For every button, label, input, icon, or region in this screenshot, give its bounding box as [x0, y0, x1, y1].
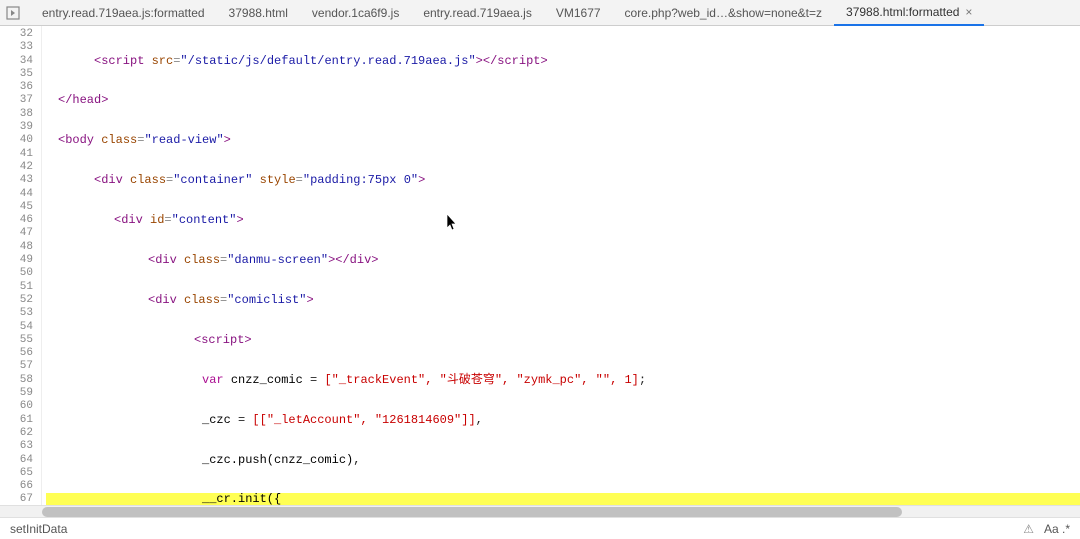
code-line: _czc.push(cnzz_comic), [46, 454, 1080, 467]
close-icon[interactable]: × [965, 5, 972, 19]
code-line: <div class="comiclist"> [46, 294, 1080, 307]
warning-icon[interactable]: ⚠ [1023, 522, 1034, 536]
line-gutter: 3233343536373839404142434445464748495051… [0, 26, 42, 505]
nav-icon[interactable] [6, 6, 20, 20]
tab-entry-read-formatted[interactable]: entry.read.719aea.js:formatted [30, 1, 217, 25]
tab-entry-read-js[interactable]: entry.read.719aea.js [411, 1, 544, 25]
scrollbar-thumb[interactable] [42, 507, 902, 517]
status-bar: setInitData ⚠ Aa .* [0, 517, 1080, 539]
code-line: <script src="/static/js/default/entry.re… [46, 55, 1080, 68]
tab-vendor-js[interactable]: vendor.1ca6f9.js [300, 1, 411, 25]
code-line-highlighted: __cr.init({ [46, 493, 1080, 505]
horizontal-scrollbar[interactable] [0, 505, 1080, 517]
code-line: <body class="read-view"> [46, 134, 1080, 147]
code-line: var cnzz_comic = ["_trackEvent", "斗破苍穹",… [46, 374, 1080, 387]
code-line: <script> [46, 334, 1080, 347]
tabs-bar: entry.read.719aea.js:formatted 37988.htm… [0, 0, 1080, 26]
code-content[interactable]: <script src="/static/js/default/entry.re… [42, 26, 1080, 505]
tab-vm1677[interactable]: VM1677 [544, 1, 613, 25]
code-line: <div id="content"> [46, 214, 1080, 227]
code-line: _czc = [["_letAccount", "1261814609"]], [46, 414, 1080, 427]
tab-37988-formatted[interactable]: 37988.html:formatted× [834, 0, 984, 26]
status-match-mode[interactable]: Aa .* [1044, 522, 1070, 536]
tab-37988-html[interactable]: 37988.html [217, 1, 300, 25]
code-area: 3233343536373839404142434445464748495051… [0, 26, 1080, 505]
code-line: <div class="danmu-screen"></div> [46, 254, 1080, 267]
code-line: </head> [46, 94, 1080, 107]
code-line: <div class="container" style="padding:75… [46, 174, 1080, 187]
status-text: setInitData [10, 522, 67, 536]
mouse-cursor [404, 201, 416, 219]
tab-core-php[interactable]: core.php?web_id…&show=none&t=z [613, 1, 834, 25]
